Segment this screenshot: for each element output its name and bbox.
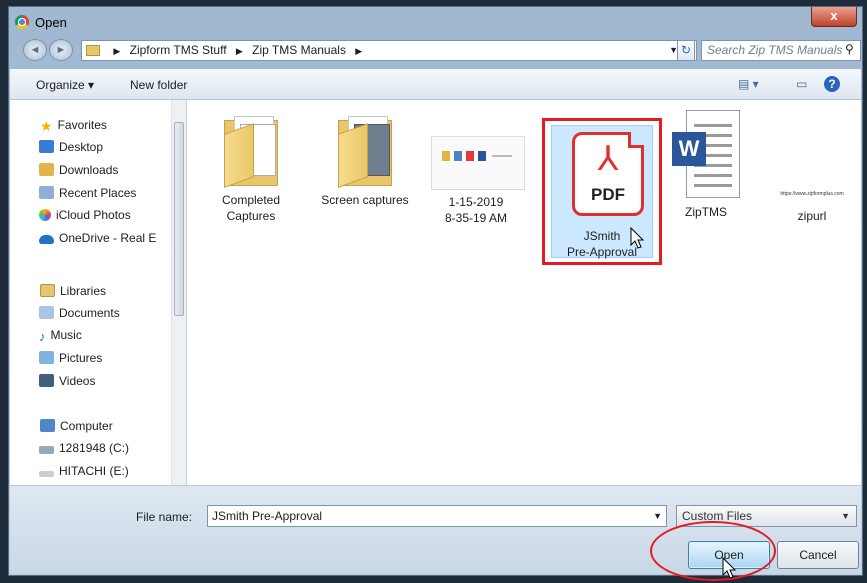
pdf-badge: PDF bbox=[591, 185, 625, 204]
star-icon: ★ bbox=[40, 118, 53, 134]
title-bar: Open x bbox=[9, 7, 862, 37]
sidebar-item-drive-e[interactable]: HITACHI (E:) bbox=[39, 462, 129, 480]
navigation-pane: ★ Favorites Desktop Downloads Recent Plac… bbox=[10, 100, 187, 485]
file-item-screen-captures[interactable]: Screen captures bbox=[320, 110, 410, 208]
chevron-down-icon[interactable]: ▼ bbox=[841, 506, 850, 526]
mouse-pointer-icon bbox=[722, 557, 737, 579]
sidebar-label: Videos bbox=[59, 374, 96, 388]
file-name: ZipTMS bbox=[685, 205, 727, 219]
breadcrumb-item[interactable]: Zip TMS Manuals bbox=[252, 43, 346, 57]
music-icon: ♪ bbox=[39, 329, 46, 344]
sidebar-item-videos[interactable]: Videos bbox=[39, 372, 95, 390]
breadcrumb-separator: ▶ bbox=[113, 46, 121, 56]
icloud-photos-icon bbox=[39, 209, 51, 221]
file-name-field[interactable]: JSmith Pre-Approval ▼ bbox=[207, 505, 667, 527]
refresh-button[interactable]: ↻ bbox=[677, 40, 695, 61]
word-document-icon: W bbox=[672, 110, 740, 198]
sidebar-label: Favorites bbox=[57, 118, 107, 132]
libraries-icon bbox=[40, 284, 55, 297]
onedrive-icon bbox=[39, 235, 54, 244]
file-name: Screen captures bbox=[321, 193, 409, 207]
sidebar-label: Music bbox=[50, 328, 82, 342]
sidebar-label: OneDrive - Real E bbox=[59, 231, 157, 245]
breadcrumb-item[interactable]: Zipform TMS Stuff bbox=[130, 43, 227, 57]
sidebar-item-music[interactable]: ♪ Music bbox=[39, 326, 82, 344]
url-preview: https://www.zipformplus.com bbox=[780, 191, 844, 197]
file-item-screenshot-image[interactable]: 1-15-2019 8-35-19 AM bbox=[431, 110, 525, 226]
address-bar[interactable]: ▶ Zipform TMS Stuff ▶ Zip TMS Manuals ▶ … bbox=[81, 40, 697, 61]
file-name: zipurl bbox=[797, 209, 827, 223]
highlight-circle bbox=[650, 521, 776, 581]
sidebar-item-recent-places[interactable]: Recent Places bbox=[39, 184, 136, 202]
file-item-completed-captures[interactable]: Completed Captures bbox=[206, 110, 296, 224]
file-name: Captures bbox=[226, 209, 276, 223]
file-item-zipurl[interactable]: https://www.zipformplus.com zipurl bbox=[767, 110, 857, 224]
pictures-icon bbox=[39, 351, 54, 364]
file-name: 8-35-19 AM bbox=[444, 211, 508, 225]
forward-button[interactable]: ► bbox=[49, 39, 73, 61]
nav-scrollbar[interactable] bbox=[171, 100, 186, 485]
close-button[interactable]: x bbox=[811, 7, 857, 27]
removable-drive-icon bbox=[39, 471, 54, 477]
downloads-icon bbox=[39, 163, 54, 176]
help-icon[interactable]: ? bbox=[824, 76, 840, 92]
sidebar-label: Downloads bbox=[59, 163, 119, 177]
open-dialog: Open x ◄ ► ▶ Zipform TMS Stuff ▶ Zip TMS… bbox=[8, 6, 863, 576]
videos-icon bbox=[39, 374, 54, 387]
views-icon[interactable]: ▤ ▾ bbox=[738, 77, 759, 91]
file-name: Completed bbox=[221, 193, 281, 207]
window-title: Open bbox=[35, 15, 67, 30]
sidebar-item-icloud-photos[interactable]: iCloud Photos bbox=[39, 206, 131, 224]
sidebar-label: Computer bbox=[60, 419, 113, 433]
address-row: ◄ ► ▶ Zipform TMS Stuff ▶ Zip TMS Manual… bbox=[9, 37, 862, 65]
sidebar-label: Desktop bbox=[59, 140, 104, 154]
image-thumbnail-icon bbox=[431, 136, 525, 190]
breadcrumb-separator: ▶ bbox=[355, 46, 363, 56]
chrome-icon bbox=[15, 15, 29, 29]
drive-icon bbox=[39, 446, 54, 454]
word-badge: W bbox=[672, 132, 706, 166]
breadcrumb-separator: ▶ bbox=[235, 46, 243, 56]
file-name: 1-15-2019 bbox=[448, 195, 504, 209]
sidebar-label: HITACHI (E:) bbox=[59, 464, 129, 478]
folder-icon bbox=[334, 110, 396, 188]
search-icon[interactable]: ⚲ bbox=[845, 42, 854, 56]
sidebar-favorites[interactable]: ★ Favorites bbox=[40, 116, 107, 134]
search-input[interactable]: Search Zip TMS Manuals bbox=[701, 40, 861, 61]
file-list: Completed Captures Screen captures 1-15-… bbox=[187, 100, 861, 485]
toolbar: Organize ▾ New folder ▤ ▾ ▭ ? bbox=[10, 69, 861, 100]
new-folder-button[interactable]: New folder bbox=[130, 78, 187, 92]
sidebar-item-documents[interactable]: Documents bbox=[39, 304, 120, 322]
folder-icon bbox=[220, 110, 282, 188]
sidebar-label: Documents bbox=[59, 306, 120, 320]
sidebar-item-onedrive[interactable]: OneDrive - Real E bbox=[39, 229, 156, 247]
folder-icon bbox=[86, 45, 100, 56]
sidebar-label: iCloud Photos bbox=[56, 208, 131, 222]
file-item-ziptms[interactable]: W ZipTMS bbox=[661, 110, 751, 220]
file-name-value: JSmith Pre-Approval bbox=[212, 509, 323, 523]
desktop-icon bbox=[39, 140, 54, 153]
sidebar-label: Libraries bbox=[60, 284, 107, 298]
recent-places-icon bbox=[39, 186, 54, 199]
organize-menu[interactable]: Organize ▾ bbox=[36, 78, 94, 92]
chevron-down-icon[interactable]: ▼ bbox=[653, 506, 662, 526]
scroll-thumb[interactable] bbox=[174, 122, 184, 316]
cancel-button[interactable]: Cancel bbox=[777, 541, 859, 569]
sidebar-label: Recent Places bbox=[59, 186, 137, 200]
documents-icon bbox=[39, 306, 54, 319]
sidebar-item-drive-c[interactable]: 1281948 (C:) bbox=[39, 439, 129, 457]
file-name-label: File name: bbox=[136, 510, 193, 524]
sidebar-computer[interactable]: Computer bbox=[40, 417, 113, 435]
sidebar-label: 1281948 (C:) bbox=[59, 441, 130, 455]
pdf-icon: ⅄ PDF bbox=[572, 132, 644, 216]
mouse-pointer-icon bbox=[630, 227, 645, 249]
sidebar-item-desktop[interactable]: Desktop bbox=[39, 138, 103, 156]
computer-icon bbox=[40, 419, 55, 432]
preview-pane-icon[interactable]: ▭ bbox=[796, 77, 807, 91]
sidebar-item-pictures[interactable]: Pictures bbox=[39, 349, 102, 367]
back-button[interactable]: ◄ bbox=[23, 39, 47, 61]
sidebar-label: Pictures bbox=[59, 351, 103, 365]
sidebar-libraries[interactable]: Libraries bbox=[40, 282, 106, 300]
sidebar-item-downloads[interactable]: Downloads bbox=[39, 161, 118, 179]
